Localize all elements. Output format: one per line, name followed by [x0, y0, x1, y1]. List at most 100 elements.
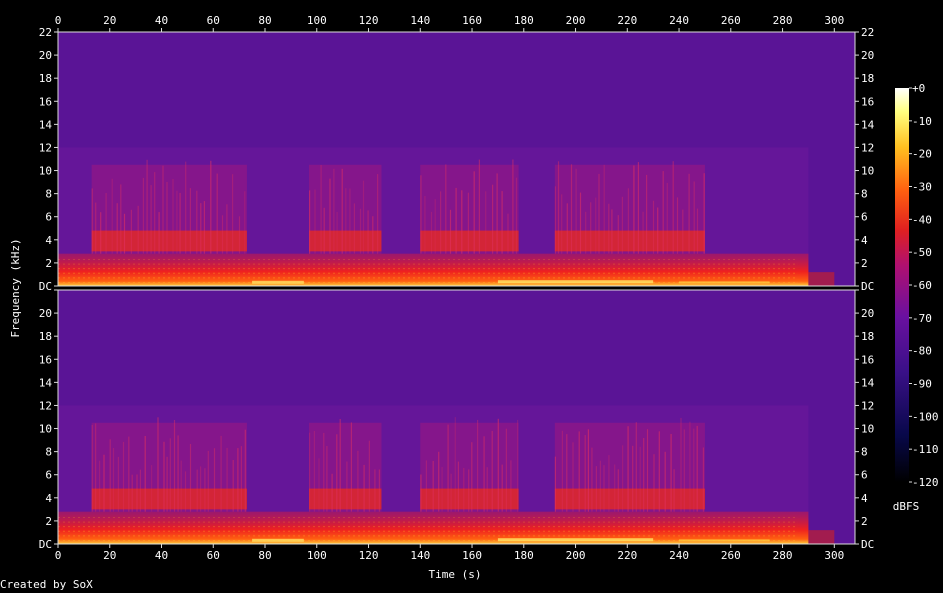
segment-streak	[144, 436, 146, 512]
tail-energy	[808, 530, 835, 544]
segment-streak	[111, 178, 113, 254]
segment-streak	[196, 190, 198, 254]
segment-streak	[185, 161, 187, 254]
y-tick-label: 16	[861, 95, 874, 108]
segment-streak	[374, 469, 376, 512]
segment-streak	[689, 421, 691, 512]
segment-streak	[652, 200, 655, 254]
segment-streak	[346, 461, 348, 512]
segment-streak	[468, 469, 470, 512]
x-tick-label: 100	[307, 14, 327, 27]
segment-streak	[357, 450, 359, 512]
x-tick-label: 120	[359, 549, 379, 562]
segment-streak	[203, 201, 205, 254]
segment-streak	[639, 446, 641, 512]
x-tick-label: 100	[307, 549, 327, 562]
y-tick-label: 18	[39, 72, 52, 85]
segment-streak	[672, 161, 674, 254]
segment-streak	[662, 171, 664, 254]
y-tick-label: 8	[861, 446, 868, 459]
segment-streak	[131, 474, 133, 512]
segment-streak	[320, 165, 322, 254]
segment-streak	[461, 190, 463, 254]
segment-streak	[200, 466, 202, 512]
segment-streak	[128, 436, 130, 512]
segment-streak	[329, 178, 331, 254]
segment-streak	[226, 204, 228, 254]
segment-streak	[505, 428, 507, 512]
segment-streak	[693, 181, 695, 254]
x-tick-label: 160	[462, 549, 482, 562]
segment-streak	[162, 165, 164, 254]
segment-streak	[579, 192, 582, 254]
segment-streak	[172, 179, 174, 254]
low-band-energy	[58, 511, 809, 544]
y-tick-label: DC	[861, 280, 874, 293]
segment-streak	[572, 442, 574, 512]
y-tick-label: 2	[861, 515, 868, 528]
segment-streak	[221, 215, 224, 254]
segment-streak	[432, 460, 434, 512]
segment-streak	[693, 428, 695, 512]
segment-streak	[492, 184, 494, 254]
y-tick-label: 16	[861, 353, 874, 366]
segment-streak	[621, 196, 623, 254]
segment-streak	[339, 419, 341, 512]
segment-streak	[237, 448, 239, 512]
x-tick-label: 280	[773, 549, 793, 562]
segment-streak	[666, 182, 668, 254]
segment-streak	[238, 216, 241, 254]
segment-streak	[512, 159, 514, 254]
x-tick-label: 140	[410, 14, 430, 27]
segment-streak	[485, 191, 487, 254]
segment-streak	[420, 175, 422, 254]
segment-streak	[117, 456, 119, 512]
y-tick-label: 18	[861, 72, 874, 85]
colorbar-tick-label: -110	[912, 443, 939, 456]
y-tick-label: 4	[861, 492, 868, 505]
y-tick-label: 4	[861, 234, 868, 247]
segment-streak	[471, 442, 473, 512]
segment-streak	[467, 192, 469, 254]
credit-text: Created by SoX	[0, 578, 93, 591]
x-tick-label: 200	[566, 549, 586, 562]
segment-streak	[653, 454, 655, 512]
segment-streak	[507, 213, 509, 254]
colorbar-label: dBFS	[893, 500, 920, 513]
y-tick-label: 14	[39, 118, 53, 131]
segment-streak	[142, 177, 144, 254]
x-tick-label: 40	[155, 14, 168, 27]
segment-streak	[244, 191, 246, 254]
y-tick-label: 20	[861, 49, 874, 62]
y-tick-label: 8	[45, 446, 52, 459]
segment-streak	[341, 168, 343, 254]
segment-streak	[696, 425, 698, 512]
spectrogram-channel-1	[57, 31, 856, 287]
segment-streak	[598, 173, 600, 254]
y-tick-label: 22	[39, 26, 52, 39]
segment-streak	[637, 162, 639, 254]
segment-streak	[617, 215, 619, 254]
segment-streak	[688, 173, 690, 254]
segment-streak	[455, 187, 457, 254]
segment-streak	[603, 164, 605, 254]
x-tick-label: 220	[617, 549, 637, 562]
active-segment	[91, 417, 247, 512]
segment-streak	[189, 444, 192, 512]
colorbar-tick-label: -20	[912, 148, 932, 161]
segment-streak	[438, 451, 440, 512]
segment-formant-band	[554, 488, 705, 510]
y-tick-label: 12	[39, 141, 52, 154]
y-tick-label: 10	[861, 165, 874, 178]
segment-streak	[137, 205, 139, 254]
segment-streak	[491, 430, 493, 512]
y-tick-label: 2	[45, 515, 52, 528]
segment-streak	[561, 430, 563, 512]
segment-streak	[309, 190, 311, 254]
spectrogram-channel-2	[57, 289, 856, 545]
segment-streak	[232, 174, 234, 254]
y-tick-label: 2	[45, 257, 52, 270]
y-tick-label: 16	[39, 95, 52, 108]
segment-streak	[486, 467, 488, 512]
x-tick-label: 40	[155, 549, 168, 562]
